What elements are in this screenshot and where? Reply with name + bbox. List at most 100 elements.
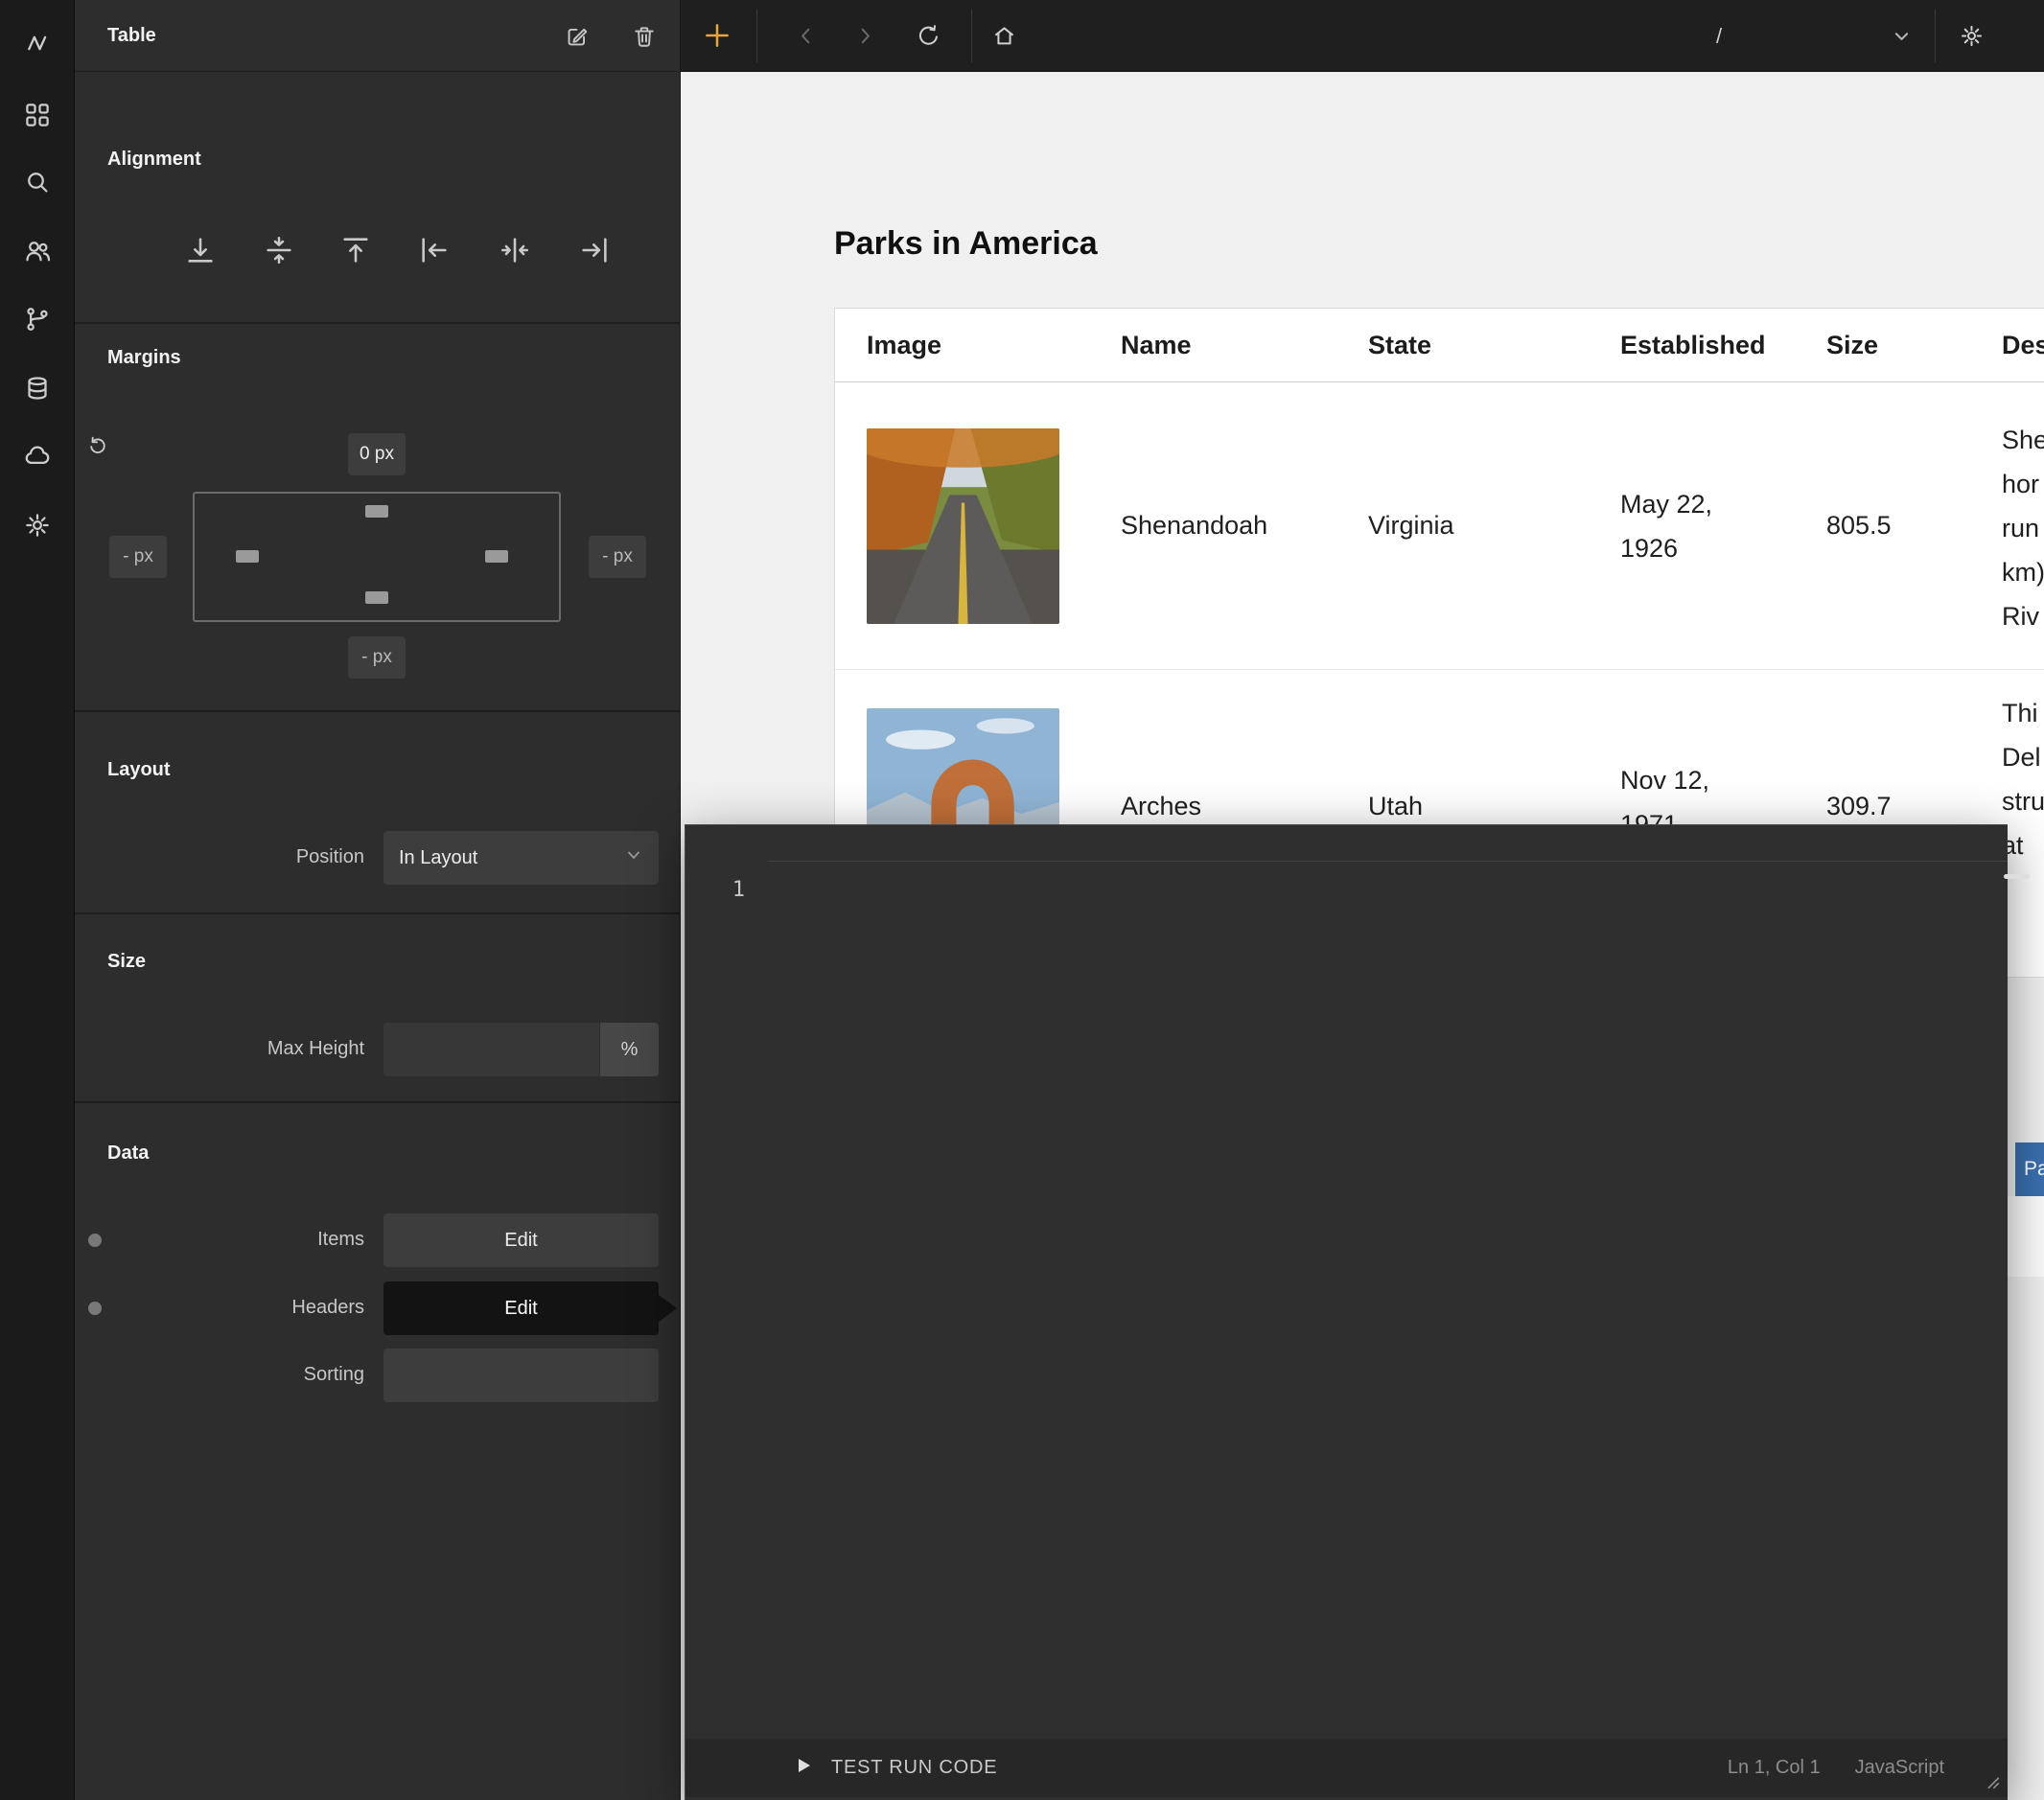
align-bottom-button[interactable]	[178, 228, 222, 272]
code-editor-modal: 1 TEST RUN CODE Ln 1, Col 1 JavaScript	[685, 824, 2008, 1800]
table-header-row: Image Name State Established Size Des	[835, 309, 2044, 382]
margin-top-value[interactable]: 0 px	[348, 433, 406, 475]
cell-name: Arches	[1121, 789, 1201, 823]
margin-handle-bottom[interactable]	[365, 591, 388, 604]
headers-binding-dot	[88, 1302, 102, 1315]
back-icon[interactable]	[782, 12, 828, 58]
headers-edit-button[interactable]: Edit	[383, 1281, 659, 1335]
cell-established: May 22, 1926	[1620, 482, 1712, 570]
col-header-description[interactable]: Des	[2002, 309, 2044, 382]
chevron-down-icon[interactable]	[1878, 12, 1924, 58]
col-header-image[interactable]: Image	[867, 309, 941, 382]
reset-margins-icon[interactable]	[81, 429, 114, 462]
run-button-label: TEST RUN CODE	[831, 1757, 997, 1779]
nav-rail	[0, 0, 75, 1800]
cell-state: Utah	[1368, 789, 1423, 823]
database-icon[interactable]	[15, 366, 59, 410]
margins-diagram	[193, 492, 561, 622]
add-component-button[interactable]	[694, 12, 740, 58]
peek-selected-item[interactable]: Pa	[2015, 1142, 2044, 1196]
apps-grid-icon[interactable]	[15, 93, 59, 137]
alignment-section-label: Alignment	[107, 149, 201, 171]
app-window: Table Alignment Margin	[0, 0, 2044, 1800]
position-value: In Layout	[399, 847, 477, 869]
park-photo-shenandoah	[867, 428, 1059, 624]
page-path[interactable]: /	[1716, 0, 1722, 72]
col-header-size[interactable]: Size	[1826, 309, 1878, 382]
align-right-button[interactable]	[572, 228, 616, 272]
refresh-icon[interactable]	[905, 12, 951, 58]
cell-size: 309.7	[1826, 789, 1892, 823]
section-divider	[75, 912, 681, 914]
sorting-button[interactable]	[383, 1349, 659, 1402]
max-height-input[interactable]	[383, 1023, 599, 1076]
page-title: Parks in America	[834, 225, 1098, 263]
data-section-label: Data	[107, 1142, 149, 1165]
code-editor-area[interactable]	[768, 861, 2008, 1739]
popover-caret	[659, 1295, 677, 1322]
cell-size: 805.5	[1826, 508, 1892, 542]
inspector-panel: Table Alignment Margin	[75, 0, 681, 1800]
git-branch-icon[interactable]	[15, 297, 59, 341]
component-title: Table	[107, 0, 156, 72]
sorting-label: Sorting	[107, 1364, 364, 1386]
max-height-label: Max Height	[107, 1038, 364, 1060]
section-divider	[75, 710, 681, 712]
peek-panel-fragment	[2008, 1196, 2044, 1277]
edit-component-icon[interactable]	[558, 17, 596, 56]
resize-grip[interactable]	[1981, 1770, 2002, 1796]
canvas-toolbar: /	[681, 0, 2044, 72]
col-header-established[interactable]: Established	[1620, 309, 1766, 382]
align-left-button[interactable]	[412, 228, 456, 272]
margin-handle-top[interactable]	[365, 505, 388, 518]
debug-settings-icon[interactable]	[1948, 12, 1994, 58]
section-divider	[75, 322, 681, 324]
cell-description: She hor run km) Riv	[2002, 418, 2044, 638]
toolbar-divider	[971, 10, 972, 62]
items-label: Items	[107, 1229, 364, 1251]
cursor-position: Ln 1, Col 1	[1728, 1757, 1821, 1779]
margins-section-label: Margins	[107, 347, 181, 369]
col-header-name[interactable]: Name	[1121, 309, 1192, 382]
size-section-label: Size	[107, 951, 146, 973]
align-top-button[interactable]	[334, 228, 378, 272]
layout-section-label: Layout	[107, 759, 171, 781]
settings-gear-icon[interactable]	[15, 503, 59, 547]
cell-state: Virginia	[1368, 508, 1454, 542]
chevron-down-icon	[624, 845, 643, 870]
test-run-code-button[interactable]: TEST RUN CODE	[793, 1755, 997, 1781]
items-edit-button[interactable]: Edit	[383, 1213, 659, 1267]
search-icon[interactable]	[15, 160, 59, 204]
margin-handle-left[interactable]	[236, 550, 259, 563]
align-vertical-center-button[interactable]	[257, 228, 301, 272]
scrollbar-thumb[interactable]	[2004, 874, 2030, 879]
inspector-header: Table	[75, 0, 681, 72]
play-icon	[793, 1755, 814, 1781]
items-binding-dot	[88, 1234, 102, 1247]
position-dropdown[interactable]: In Layout	[383, 831, 659, 885]
editor-footer: TEST RUN CODE Ln 1, Col 1 JavaScript	[685, 1739, 2008, 1797]
users-icon[interactable]	[15, 229, 59, 273]
forward-icon[interactable]	[842, 12, 888, 58]
headers-label: Headers	[107, 1297, 364, 1319]
toolbar-divider	[756, 10, 757, 62]
margin-bottom-value[interactable]: - px	[348, 636, 406, 679]
table-row[interactable]: Shenandoah Virginia May 22, 1926 805.5 S…	[835, 382, 2044, 670]
delete-component-icon[interactable]	[625, 17, 663, 56]
language-label: JavaScript	[1855, 1757, 1944, 1779]
margin-handle-right[interactable]	[485, 550, 508, 563]
home-icon[interactable]	[981, 12, 1027, 58]
app-logo-icon[interactable]	[15, 21, 59, 65]
align-horizontal-center-button[interactable]	[493, 228, 537, 272]
col-header-state[interactable]: State	[1368, 309, 1431, 382]
position-label: Position	[107, 846, 364, 868]
margin-left-value[interactable]: - px	[109, 536, 167, 578]
cell-description: Thi Del stru at	[2002, 691, 2044, 867]
line-number: 1	[685, 878, 745, 902]
section-divider	[75, 1101, 681, 1103]
cell-name: Shenandoah	[1121, 508, 1267, 542]
toolbar-divider	[1935, 10, 1936, 62]
cloud-sync-icon[interactable]	[15, 434, 59, 478]
max-height-unit: %	[600, 1023, 659, 1076]
margin-right-value[interactable]: - px	[589, 536, 646, 578]
